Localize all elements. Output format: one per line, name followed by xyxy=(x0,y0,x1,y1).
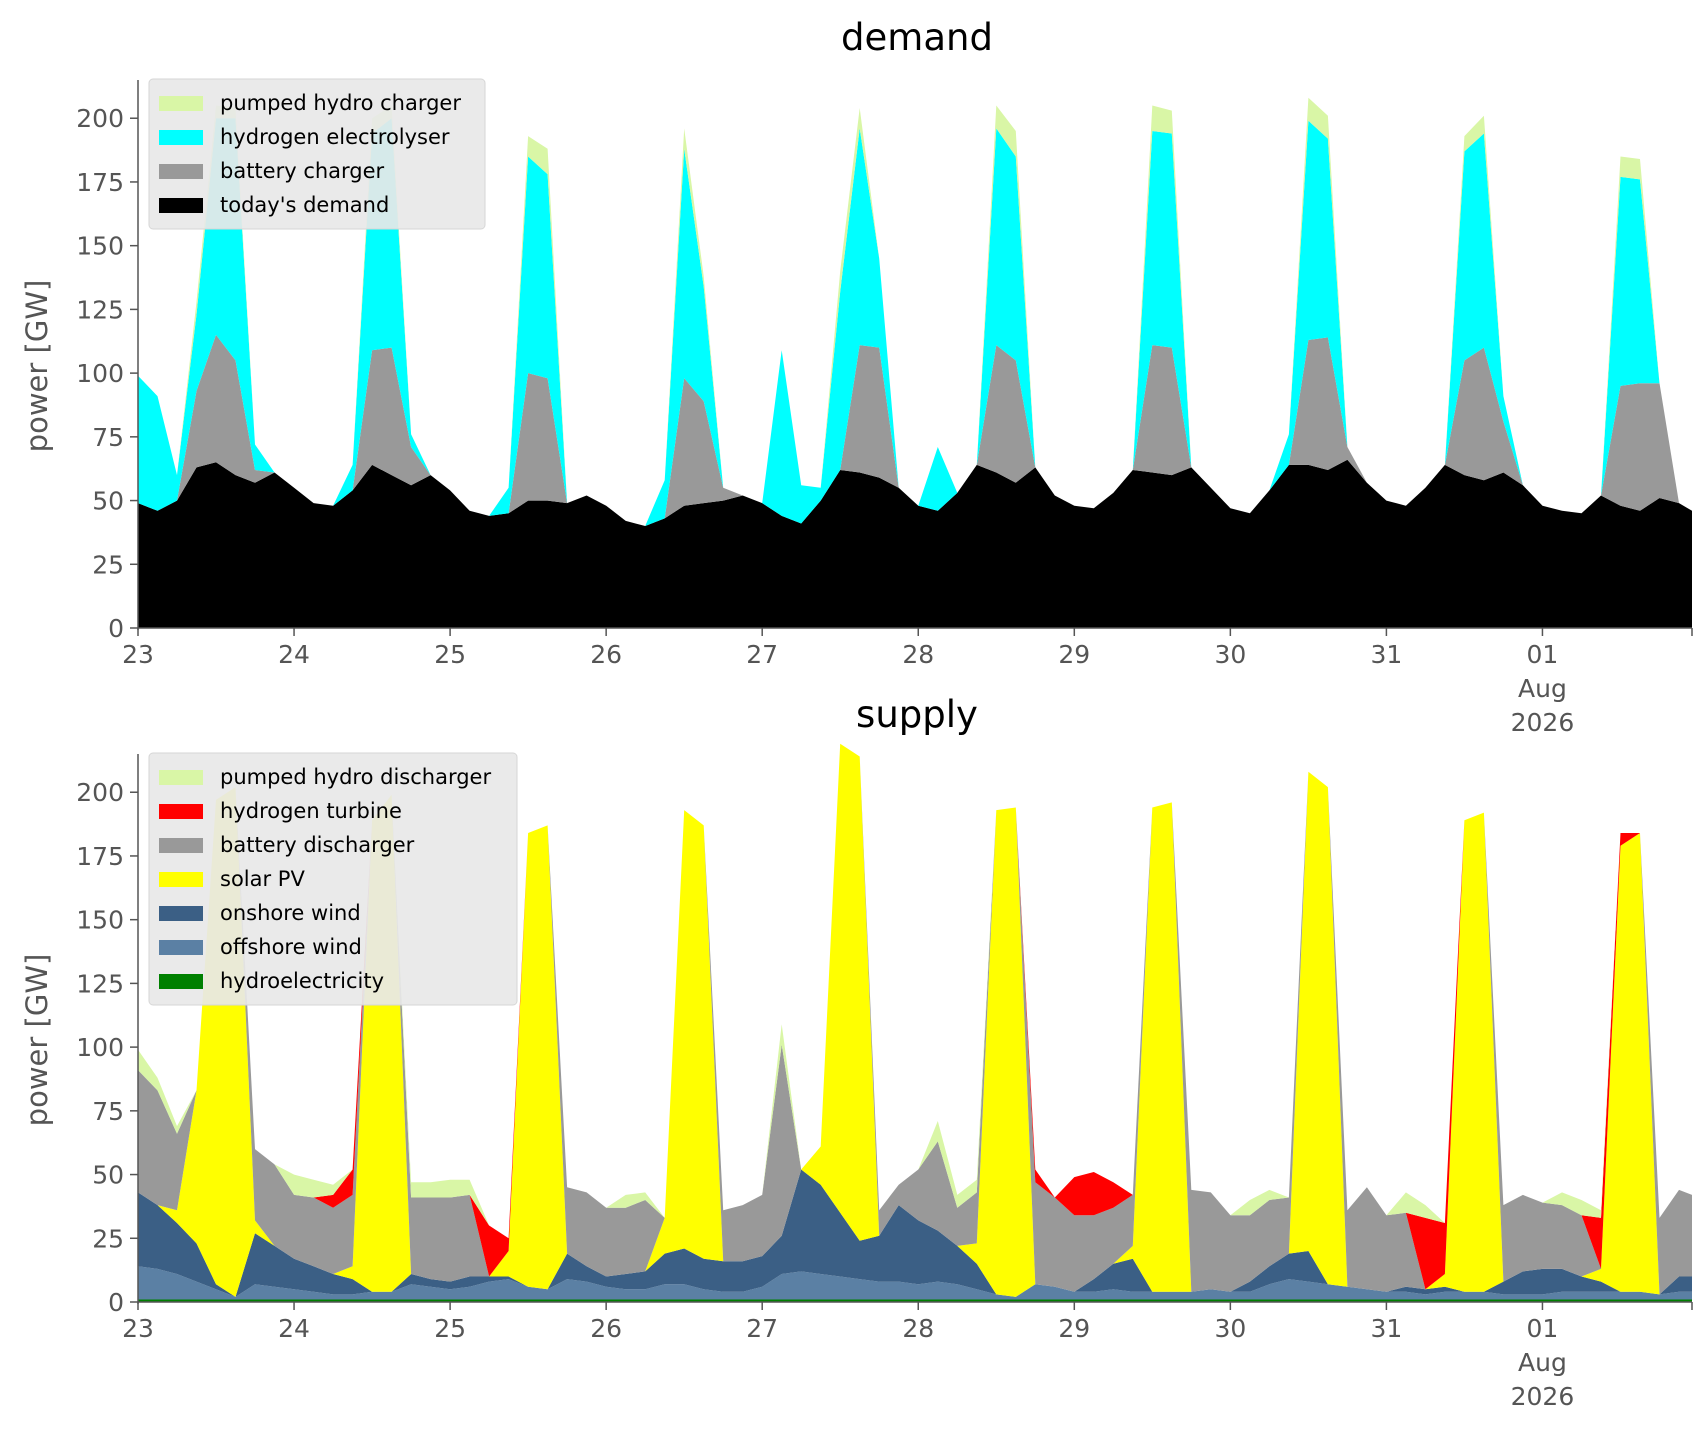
y-tick-label: 50 xyxy=(92,487,124,516)
legend-label-solar-pv: solar PV xyxy=(220,867,305,891)
legend-label-onshore-wind: onshore wind xyxy=(220,901,361,925)
x-tick-label: 01 xyxy=(1527,1314,1559,1343)
y-tick-label: 125 xyxy=(76,295,124,324)
legend-label-battery-discharger: battery discharger xyxy=(220,833,415,857)
chart-title: demand xyxy=(841,16,993,59)
legend-label-pumped-hydro-charger: pumped hydro charger xyxy=(220,91,461,115)
figure: demand power [GW] 0 25 50 75 100 125 150 175 200… xyxy=(20,16,1693,1411)
y-tick-label: 25 xyxy=(92,550,124,579)
x-tick-label: 28 xyxy=(902,1314,934,1343)
y-axis-label: power [GW] xyxy=(20,280,54,453)
x-tick-label: 25 xyxy=(434,640,466,669)
x-tick-label: 23 xyxy=(122,640,154,669)
x-tick-label: 31 xyxy=(1370,640,1402,669)
x-tick-label: 2026 xyxy=(1511,708,1575,737)
legend-swatch-hydroelectricity xyxy=(159,974,203,989)
legend-swatch-battery-charger xyxy=(159,164,203,179)
y-tick-label: 200 xyxy=(76,778,124,807)
supply-panel: supply power [GW] 0 25 50 75 100 125 150 175 200… xyxy=(20,693,1693,1411)
y-tick-label: 175 xyxy=(76,842,124,871)
x-tick-label: 23 xyxy=(122,1314,154,1343)
x-tick-label: 30 xyxy=(1214,1314,1246,1343)
y-tick-label: 100 xyxy=(76,1033,124,1062)
legend-box xyxy=(148,752,518,1006)
x-tick-label: 28 xyxy=(902,640,934,669)
chart-title: supply xyxy=(856,693,978,736)
y-tick-label: 200 xyxy=(76,104,124,133)
x-tick-label: 29 xyxy=(1058,640,1090,669)
x-tick-label: 31 xyxy=(1370,1314,1402,1343)
x-tick-label: 2026 xyxy=(1511,1382,1575,1411)
y-tick-label: 125 xyxy=(76,969,124,998)
legend-swatch-pumped-hydro-discharger xyxy=(159,770,203,785)
y-tick-label: 0 xyxy=(108,614,124,643)
x-tick-label: 24 xyxy=(278,640,310,669)
y-tick-label: 100 xyxy=(76,359,124,388)
x-tick-label: 29 xyxy=(1058,1314,1090,1343)
legend-label-hydroelectricity: hydroelectricity xyxy=(220,969,384,993)
x-tick-label: 25 xyxy=(434,1314,466,1343)
y-tick-label: 75 xyxy=(92,1097,124,1126)
area-today-s-demand xyxy=(138,459,1692,628)
legend-swatch-hydrogen-turbine xyxy=(159,804,203,819)
legend-swatch-solar-pv xyxy=(159,872,203,887)
legend-label-hydrogen-turbine: hydrogen turbine xyxy=(220,799,402,823)
legend-label-offshore-wind: offshore wind xyxy=(220,935,362,959)
y-tick-label: 50 xyxy=(92,1161,124,1190)
legend-swatch-pumped-hydro-charger xyxy=(159,96,203,111)
legend-swatch-battery-discharger xyxy=(159,838,203,853)
y-tick-label: 75 xyxy=(92,423,124,452)
legend-swatch-onshore-wind xyxy=(159,906,203,921)
legend-label-hydrogen-electrolyser: hydrogen electrolyser xyxy=(220,125,450,149)
x-tick-label: 27 xyxy=(746,640,778,669)
y-tick-label: 175 xyxy=(76,168,124,197)
y-tick-label: 150 xyxy=(76,232,124,261)
y-tick-label: 25 xyxy=(92,1224,124,1253)
x-tick-label: 01 xyxy=(1527,640,1559,669)
x-tick-label: 24 xyxy=(278,1314,310,1343)
legend: pumped hydro discharger hydrogen turbine b… xyxy=(148,752,518,1006)
y-axis-label: power [GW] xyxy=(20,954,54,1127)
x-tick-label: Aug xyxy=(1518,674,1567,703)
demand-panel: demand power [GW] 0 25 50 75 100 125 150 175 200… xyxy=(20,16,1693,737)
x-tick-label: 30 xyxy=(1214,640,1246,669)
legend-label-pumped-hydro-discharger: pumped hydro discharger xyxy=(220,765,491,789)
x-tick-label: 27 xyxy=(746,1314,778,1343)
x-tick-label: 26 xyxy=(590,640,622,669)
x-tick-label: Aug xyxy=(1518,1348,1567,1377)
y-tick-label: 150 xyxy=(76,906,124,935)
legend-swatch-hydrogen-electrolyser xyxy=(159,130,203,145)
x-tick-label: 26 xyxy=(590,1314,622,1343)
legend-label-today-s-demand: today's demand xyxy=(220,193,389,217)
legend-swatch-offshore-wind xyxy=(159,940,203,955)
legend: pumped hydro charger hydrogen electrolyse… xyxy=(148,78,486,230)
legend-swatch-today-s-demand xyxy=(159,198,203,213)
legend-label-battery-charger: battery charger xyxy=(220,159,385,183)
y-tick-label: 0 xyxy=(108,1288,124,1317)
